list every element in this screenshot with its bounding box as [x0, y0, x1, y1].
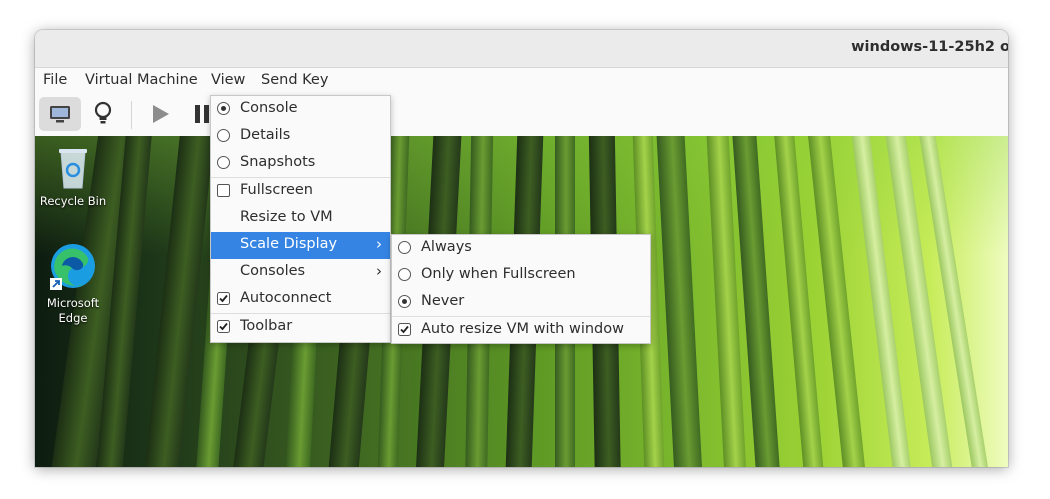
menu-item-never[interactable]: Never: [392, 289, 650, 316]
chevron-right-icon: ›: [376, 262, 382, 280]
menu-item-scale-display[interactable]: Scale Display ›: [211, 232, 390, 259]
menu-item-only-when-fullscreen[interactable]: Only when Fullscreen: [392, 262, 650, 289]
menu-item-snapshots[interactable]: Snapshots: [211, 150, 390, 177]
menu-bar: File Virtual Machine View Send Key: [35, 68, 1008, 95]
checkbox-checked: [398, 323, 411, 336]
menu-item-label: Toolbar: [240, 318, 293, 334]
menu-file[interactable]: File: [43, 72, 67, 88]
menu-item-console[interactable]: Console: [211, 96, 390, 123]
run-button[interactable]: [139, 97, 181, 131]
display-console-icon: [50, 106, 70, 123]
menu-item-label: Resize to VM: [240, 209, 333, 225]
desktop-icon-recycle-bin[interactable]: Recycle Bin: [39, 144, 107, 209]
menu-item-label: Autoconnect: [240, 290, 332, 306]
menu-item-details[interactable]: Details: [211, 123, 390, 150]
menu-item-label: Console: [240, 100, 298, 116]
checkbox-checked: [217, 292, 230, 305]
window-title: windows-11-25h2 o: [851, 39, 1008, 55]
view-menu: Console Details Snapshots Fullscreen Res…: [210, 95, 391, 343]
scale-display-submenu: Always Only when Fullscreen Never Auto r…: [391, 234, 651, 344]
console-button[interactable]: [39, 97, 81, 131]
radio-checked: [398, 295, 411, 308]
menu-item-autoconnect[interactable]: Autoconnect: [211, 286, 390, 313]
toolbar: [35, 95, 1008, 136]
desktop-icon-label: Recycle Bin: [39, 194, 107, 208]
menu-item-label: Only when Fullscreen: [421, 266, 576, 282]
menu-view[interactable]: View: [211, 72, 245, 88]
menu-item-fullscreen[interactable]: Fullscreen: [211, 178, 390, 205]
recycle-bin-icon: [59, 149, 87, 189]
desktop-icon-label-line1: Microsoft: [46, 296, 100, 310]
menu-item-label: Fullscreen: [240, 182, 313, 198]
menu-item-consoles[interactable]: Consoles ›: [211, 259, 390, 286]
toolbar-separator: [131, 101, 132, 129]
radio-unchecked: [398, 241, 411, 254]
checkbox-unchecked: [217, 184, 230, 197]
menu-item-label: Never: [421, 293, 465, 309]
menu-item-auto-resize-vm[interactable]: Auto resize VM with window: [392, 317, 650, 344]
menu-item-label: Scale Display: [240, 236, 338, 252]
menu-item-label: Always: [421, 239, 472, 255]
checkbox-checked: [217, 320, 230, 333]
menu-item-label: Consoles: [240, 263, 306, 279]
menu-item-always[interactable]: Always: [392, 235, 650, 262]
edge-icon: [50, 244, 95, 290]
menu-item-resize-to-vm[interactable]: Resize to VM: [211, 205, 390, 232]
play-icon: [153, 105, 169, 123]
title-bar[interactable]: windows-11-25h2 o: [35, 30, 1008, 68]
menu-virtual-machine[interactable]: Virtual Machine: [85, 72, 198, 88]
radio-unchecked: [217, 156, 230, 169]
radio-unchecked: [398, 268, 411, 281]
chevron-right-icon: ›: [376, 235, 382, 253]
lightbulb-details-icon: [94, 101, 112, 124]
menu-item-toolbar[interactable]: Toolbar: [211, 314, 390, 341]
menu-item-label: Snapshots: [240, 154, 316, 170]
menu-item-label: Details: [240, 127, 291, 143]
menu-send-key[interactable]: Send Key: [261, 72, 328, 88]
desktop-icon-label-line2: Edge: [58, 311, 88, 325]
desktop-icon-microsoft-edge[interactable]: Microsoft Edge: [39, 240, 107, 326]
menu-item-label: Auto resize VM with window: [421, 321, 624, 337]
radio-checked: [217, 102, 230, 115]
details-button[interactable]: [82, 97, 124, 131]
radio-unchecked: [217, 129, 230, 142]
